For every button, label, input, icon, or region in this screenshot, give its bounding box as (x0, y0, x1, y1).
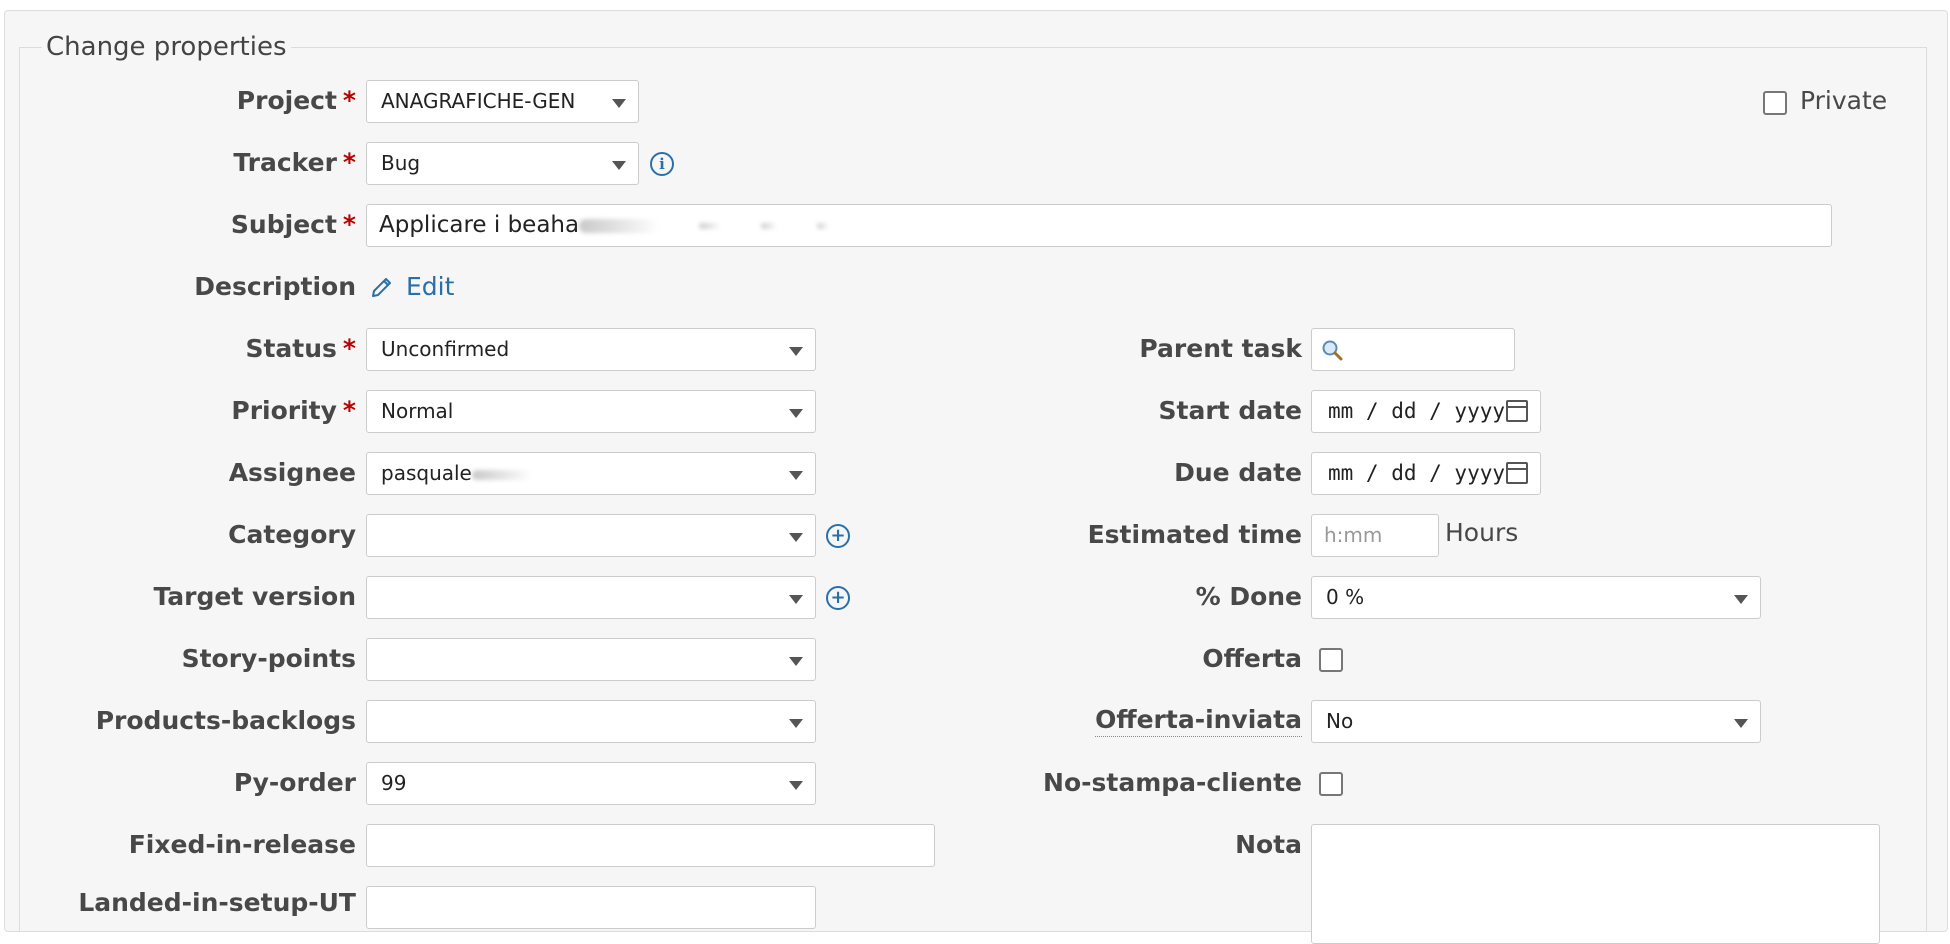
priority-select-value: Normal (381, 399, 454, 423)
private-checkbox[interactable] (1763, 91, 1787, 115)
redacted-text (761, 222, 778, 229)
category-select[interactable] (366, 514, 816, 557)
description-label: Description (194, 272, 356, 301)
chevron-down-icon (789, 781, 803, 790)
nota-label: Nota (1235, 830, 1302, 859)
calendar-icon[interactable] (1506, 400, 1528, 422)
calendar-icon[interactable] (1506, 462, 1528, 484)
products-backlogs-label: Products-backlogs (95, 706, 356, 735)
landed-in-setup-label: Landed-in-setup-UT (78, 888, 356, 917)
py-order-label: Py-order (233, 768, 356, 797)
no-stampa-cliente-checkbox[interactable] (1319, 772, 1343, 796)
estimated-time-input[interactable]: h:mm (1311, 514, 1439, 557)
fixed-in-release-input[interactable] (366, 824, 935, 867)
py-order-select-value: 99 (381, 771, 407, 795)
start-date-input[interactable]: mm / dd / yyyy (1311, 390, 1541, 433)
start-date-label: Start date (1158, 396, 1302, 425)
chevron-down-icon (612, 99, 626, 108)
landed-in-setup-input[interactable] (366, 886, 816, 929)
chevron-down-icon (789, 347, 803, 356)
due-date-input[interactable]: mm / dd / yyyy (1311, 452, 1541, 495)
required-marker: * (342, 396, 356, 425)
done-ratio-value: 0 % (1326, 585, 1365, 609)
parent-task-input[interactable] (1311, 328, 1515, 371)
due-date-label: Due date (1174, 458, 1302, 487)
priority-select[interactable]: Normal (366, 390, 816, 433)
story-points-label: Story-points (181, 644, 356, 673)
due-date-placeholder: mm / dd / yyyy (1328, 461, 1506, 485)
offerta-inviata-label: Offerta-inviata (1095, 704, 1302, 737)
subject-input[interactable]: Applicare i beaha (366, 204, 1832, 247)
redacted-text (471, 469, 532, 480)
chevron-down-icon (1734, 595, 1748, 604)
py-order-select[interactable]: 99 (366, 762, 816, 805)
tracker-select-value: Bug (381, 151, 421, 175)
required-marker: * (342, 148, 356, 177)
offerta-checkbox[interactable] (1319, 648, 1343, 672)
add-category-plus-icon[interactable]: + (826, 524, 850, 548)
fixed-in-release-label: Fixed-in-release (128, 830, 356, 859)
offerta-inviata-select[interactable]: No (1311, 700, 1761, 743)
tracker-select[interactable]: Bug (366, 142, 639, 185)
required-marker: * (342, 86, 356, 115)
assignee-select-value: pasquale (381, 461, 472, 485)
redacted-text (817, 222, 830, 229)
project-label: Project * (236, 86, 356, 115)
chevron-down-icon (789, 409, 803, 418)
estimated-time-placeholder: h:mm (1324, 523, 1383, 547)
redacted-text (579, 218, 660, 233)
done-ratio-label: % Done (1195, 582, 1302, 611)
chevron-down-icon (789, 719, 803, 728)
target-version-label: Target version (153, 582, 356, 611)
project-select-value: ANAGRAFICHE-GEN (381, 89, 576, 113)
status-select-value: Unconfirmed (381, 337, 510, 361)
offerta-label: Offerta (1202, 644, 1302, 673)
chevron-down-icon (789, 657, 803, 666)
estimated-time-label: Estimated time (1087, 520, 1302, 549)
products-backlogs-select[interactable] (366, 700, 816, 743)
search-icon (1322, 340, 1343, 361)
assignee-select[interactable]: pasquale (366, 452, 816, 495)
chevron-down-icon (612, 161, 626, 170)
tracker-label: Tracker * (233, 148, 356, 177)
parent-task-label: Parent task (1139, 334, 1302, 363)
priority-label: Priority * (231, 396, 356, 425)
hours-unit-label: Hours (1445, 518, 1519, 547)
chevron-down-icon (1734, 719, 1748, 728)
add-version-plus-icon[interactable]: + (826, 586, 850, 610)
subject-input-value: Applicare i beaha (379, 212, 580, 238)
required-marker: * (342, 334, 356, 363)
offerta-inviata-value: No (1326, 709, 1354, 733)
info-icon[interactable]: i (650, 152, 674, 176)
private-label: Private (1800, 86, 1888, 115)
chevron-down-icon (789, 471, 803, 480)
project-select[interactable]: ANAGRAFICHE-GEN (366, 80, 639, 123)
target-version-select[interactable] (366, 576, 816, 619)
chevron-down-icon (789, 595, 803, 604)
story-points-select[interactable] (366, 638, 816, 681)
done-ratio-select[interactable]: 0 % (1311, 576, 1761, 619)
status-select[interactable]: Unconfirmed (366, 328, 816, 371)
pencil-icon[interactable] (370, 275, 394, 299)
redacted-text (699, 222, 722, 229)
status-label: Status * (245, 334, 356, 363)
required-marker: * (342, 210, 356, 239)
subject-label: Subject * (230, 210, 356, 239)
nota-textarea[interactable] (1311, 824, 1880, 944)
chevron-down-icon (789, 533, 803, 542)
no-stampa-cliente-label: No-stampa-cliente (1043, 768, 1302, 797)
category-label: Category (228, 520, 356, 549)
description-edit-link[interactable]: Edit (406, 270, 454, 304)
fieldset-legend: Change properties (46, 32, 287, 62)
start-date-placeholder: mm / dd / yyyy (1328, 399, 1506, 423)
assignee-label: Assignee (228, 458, 356, 487)
